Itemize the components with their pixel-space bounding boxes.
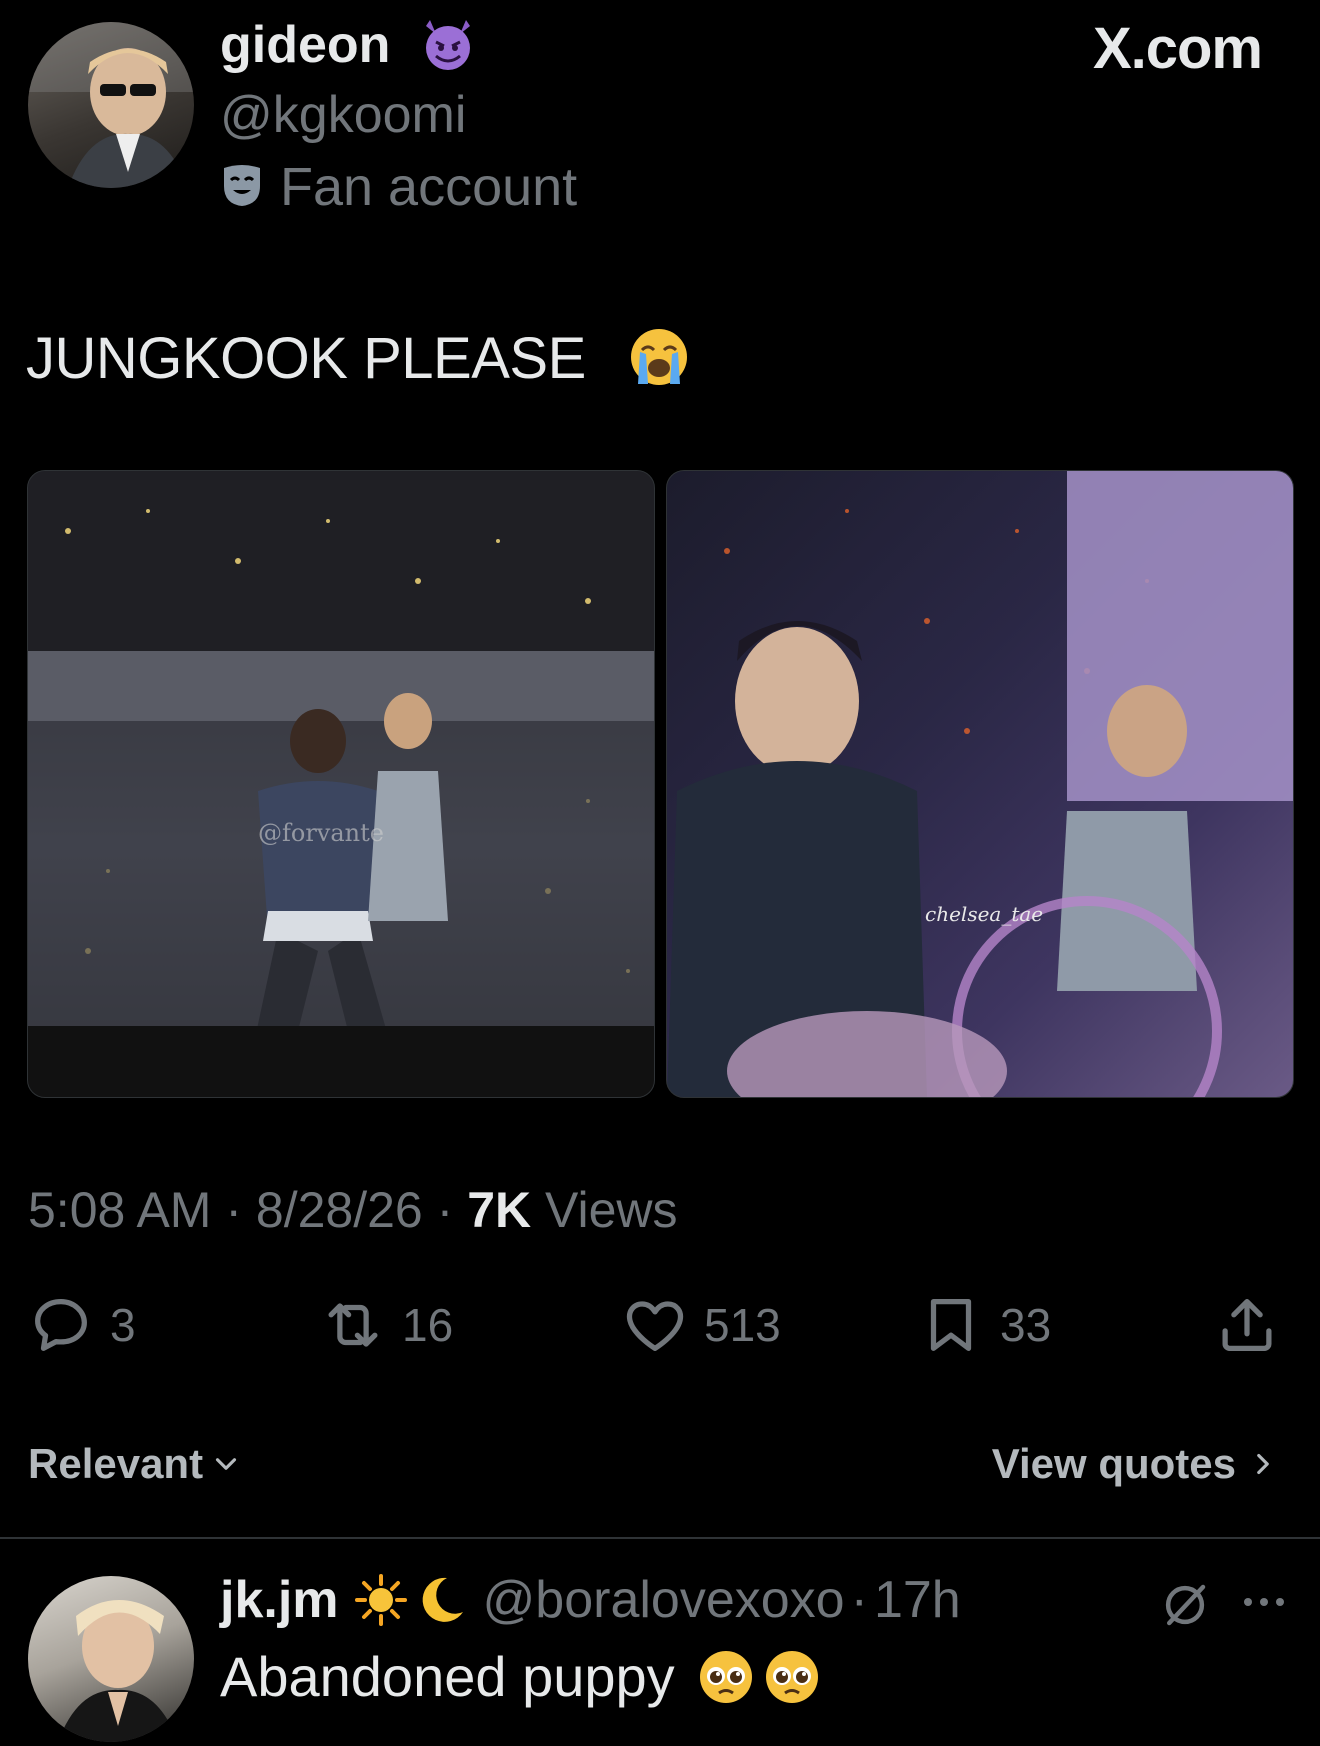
tweet-photo-1[interactable]: @forvante	[27, 470, 655, 1098]
share-icon	[1222, 1299, 1272, 1351]
reply-time[interactable]: 17h	[874, 1568, 961, 1632]
share-button[interactable]	[1212, 1290, 1282, 1360]
author-display-name[interactable]: gideon	[220, 14, 390, 76]
chevron-down-icon	[216, 1458, 237, 1470]
watermark-2: chelsea_tae	[925, 902, 1043, 926]
watermark-1: @forvante	[258, 819, 384, 847]
views-label: Views	[545, 1182, 678, 1238]
tweet-time: 5:08 AM	[28, 1182, 212, 1238]
like-count: 513	[704, 1299, 781, 1351]
like-button[interactable]: 513	[620, 1290, 781, 1360]
reply-author-avatar[interactable]	[28, 1576, 194, 1742]
divider	[0, 1537, 1320, 1539]
author-handle[interactable]: @kgkoomi	[220, 84, 466, 146]
view-quotes-label: View quotes	[991, 1440, 1236, 1487]
sort-label: Relevant	[28, 1440, 204, 1487]
reply-count: 3	[110, 1299, 136, 1351]
bookmark-button[interactable]: 33	[916, 1290, 1051, 1360]
reply-display-name[interactable]: jk.jm	[220, 1568, 339, 1632]
repost-icon	[328, 1303, 378, 1347]
smiling-imp-emoji-icon	[418, 14, 478, 74]
source-label: X.com	[1092, 16, 1263, 81]
repost-count: 16	[402, 1299, 454, 1351]
crescent-moon-emoji-icon	[422, 1577, 463, 1622]
sun-emoji-icon	[354, 1574, 407, 1626]
pleading-face-emoji-icon	[765, 1651, 818, 1703]
reply-header: jk.jm @boralovexoxo · 17h	[220, 1568, 961, 1632]
repost-button[interactable]: 16	[318, 1290, 453, 1360]
reply-icon	[35, 1299, 87, 1351]
reply-handle[interactable]: @boralovexoxo	[483, 1568, 845, 1632]
chevron-right-icon	[1257, 1453, 1269, 1475]
bookmark-icon	[930, 1299, 972, 1351]
reply-text-row: Abandoned puppy	[220, 1644, 821, 1710]
tweet-photo-2[interactable]: chelsea_tae	[666, 470, 1294, 1098]
meta-separator: ·	[436, 1182, 454, 1238]
grok-icon[interactable]	[1158, 1578, 1212, 1632]
pleading-face-emoji-icon	[699, 1651, 752, 1703]
author-avatar[interactable]	[28, 22, 194, 188]
reply-sort-dropdown[interactable]: Relevant	[28, 1436, 243, 1492]
bookmark-count: 33	[1000, 1299, 1052, 1351]
reply-button[interactable]: 3	[26, 1290, 136, 1360]
tweet-text: JUNGKOOK PLEASE	[26, 326, 586, 391]
loudly-crying-emoji-icon	[628, 326, 690, 388]
theater-mask-icon	[222, 164, 262, 208]
meta-separator: ·	[225, 1182, 243, 1238]
views-count: 7K	[467, 1182, 532, 1238]
view-quotes-link[interactable]: View quotes	[992, 1436, 1280, 1492]
reply-separator: ·	[850, 1571, 868, 1629]
heart-icon	[626, 1301, 684, 1351]
tweet-date[interactable]: 8/28/26	[256, 1182, 423, 1238]
more-options-icon[interactable]	[1240, 1586, 1288, 1618]
fan-account-label: Fan account	[280, 157, 578, 217]
tweet-meta: 5:08 AM · 8/28/26 · 7K Views	[28, 1180, 678, 1240]
reply-text: Abandoned puppy	[220, 1645, 675, 1708]
